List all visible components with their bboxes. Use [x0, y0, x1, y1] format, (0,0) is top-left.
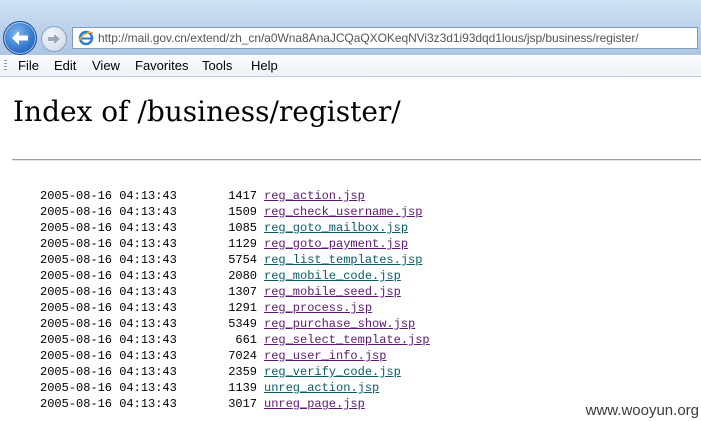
file-name-cell: reg_mobile_code.jsp	[264, 268, 401, 284]
divider	[12, 159, 701, 161]
file-name-cell: reg_goto_mailbox.jsp	[264, 220, 408, 236]
file-link[interactable]: reg_mobile_seed.jsp	[264, 285, 401, 299]
file-size: 5754	[228, 253, 257, 267]
file-name-cell: reg_verify_code.jsp	[264, 364, 401, 380]
file-name-cell: reg_user_info.jsp	[264, 348, 386, 364]
file-link[interactable]: reg_check_username.jsp	[264, 205, 422, 219]
file-size: 1129	[228, 237, 257, 251]
menu-grip	[4, 60, 7, 72]
file-name-cell: reg_purchase_show.jsp	[264, 316, 415, 332]
file-link[interactable]: unreg_page.jsp	[264, 397, 365, 411]
file-date: 2005-08-16 04:13:43	[40, 381, 177, 395]
forward-arrow-icon	[48, 34, 60, 44]
file-size: 661	[235, 333, 257, 347]
file-name-cell: unreg_page.jsp	[264, 396, 365, 412]
file-date: 2005-08-16 04:13:43	[40, 349, 177, 363]
file-size: 1139	[228, 381, 257, 395]
file-link[interactable]: reg_goto_mailbox.jsp	[264, 221, 408, 235]
file-link[interactable]: reg_verify_code.jsp	[264, 365, 401, 379]
file-date: 2005-08-16 04:13:43	[40, 205, 177, 219]
file-link[interactable]: reg_list_templates.jsp	[264, 253, 422, 267]
address-bar[interactable]: http://mail.gov.cn/extend/zh_cn/a0Wna8An…	[72, 27, 698, 49]
file-link[interactable]: reg_process.jsp	[264, 301, 372, 315]
menu-file[interactable]: File	[18, 58, 39, 74]
file-date: 2005-08-16 04:13:43	[40, 365, 177, 379]
file-date: 2005-08-16 04:13:43	[40, 397, 177, 411]
file-name-cell: reg_goto_payment.jsp	[264, 236, 408, 252]
file-size: 1291	[228, 301, 257, 315]
file-size: 1085	[228, 221, 257, 235]
menu-help[interactable]: Help	[251, 58, 278, 74]
file-date: 2005-08-16 04:13:43	[40, 285, 177, 299]
file-link[interactable]: reg_goto_payment.jsp	[264, 237, 408, 251]
file-name-cell: reg_check_username.jsp	[264, 204, 422, 220]
file-name-cell: unreg_action.jsp	[264, 380, 379, 396]
watermark: www.wooyun.org	[585, 402, 699, 419]
file-size: 1509	[228, 205, 257, 219]
file-link[interactable]: reg_purchase_show.jsp	[264, 317, 415, 331]
file-link[interactable]: reg_mobile_code.jsp	[264, 269, 401, 283]
menu-edit[interactable]: Edit	[54, 58, 76, 74]
file-size: 1307	[228, 285, 257, 299]
menu-favorites[interactable]: Favorites	[135, 58, 188, 74]
browser-toolbar: http://mail.gov.cn/extend/zh_cn/a0Wna8An…	[0, 0, 701, 55]
file-date: 2005-08-16 04:13:43	[40, 269, 177, 283]
file-size: 2080	[228, 269, 257, 283]
file-date: 2005-08-16 04:13:43	[40, 237, 177, 251]
back-arrow-icon	[12, 31, 28, 45]
file-name-cell: reg_process.jsp	[264, 300, 372, 316]
file-date: 2005-08-16 04:13:43	[40, 189, 177, 203]
back-button[interactable]	[3, 21, 37, 55]
file-date: 2005-08-16 04:13:43	[40, 301, 177, 315]
file-size: 1417	[228, 189, 257, 203]
file-size: 2359	[228, 365, 257, 379]
page-title: Index of /business/register/	[13, 95, 401, 128]
file-size: 3017	[228, 397, 257, 411]
menu-tools[interactable]: Tools	[202, 58, 232, 74]
file-size: 5349	[228, 317, 257, 331]
file-date: 2005-08-16 04:13:43	[40, 253, 177, 267]
forward-button[interactable]	[41, 26, 67, 52]
file-link[interactable]: reg_user_info.jsp	[264, 349, 386, 363]
file-link[interactable]: unreg_action.jsp	[264, 381, 379, 395]
ie-page-icon	[78, 30, 94, 46]
menu-bar: File Edit View Favorites Tools Help	[0, 55, 701, 77]
file-link[interactable]: reg_action.jsp	[264, 189, 365, 203]
file-name-cell: reg_action.jsp	[264, 188, 365, 204]
file-name-cell: reg_list_templates.jsp	[264, 252, 422, 268]
file-date: 2005-08-16 04:13:43	[40, 333, 177, 347]
url-text[interactable]: http://mail.gov.cn/extend/zh_cn/a0Wna8An…	[98, 31, 639, 45]
file-name-cell: reg_select_template.jsp	[264, 332, 430, 348]
file-link[interactable]: reg_select_template.jsp	[264, 333, 430, 347]
menu-view[interactable]: View	[92, 58, 120, 74]
file-name-cell: reg_mobile_seed.jsp	[264, 284, 401, 300]
file-date: 2005-08-16 04:13:43	[40, 317, 177, 331]
file-date: 2005-08-16 04:13:43	[40, 221, 177, 235]
file-size: 7024	[228, 349, 257, 363]
